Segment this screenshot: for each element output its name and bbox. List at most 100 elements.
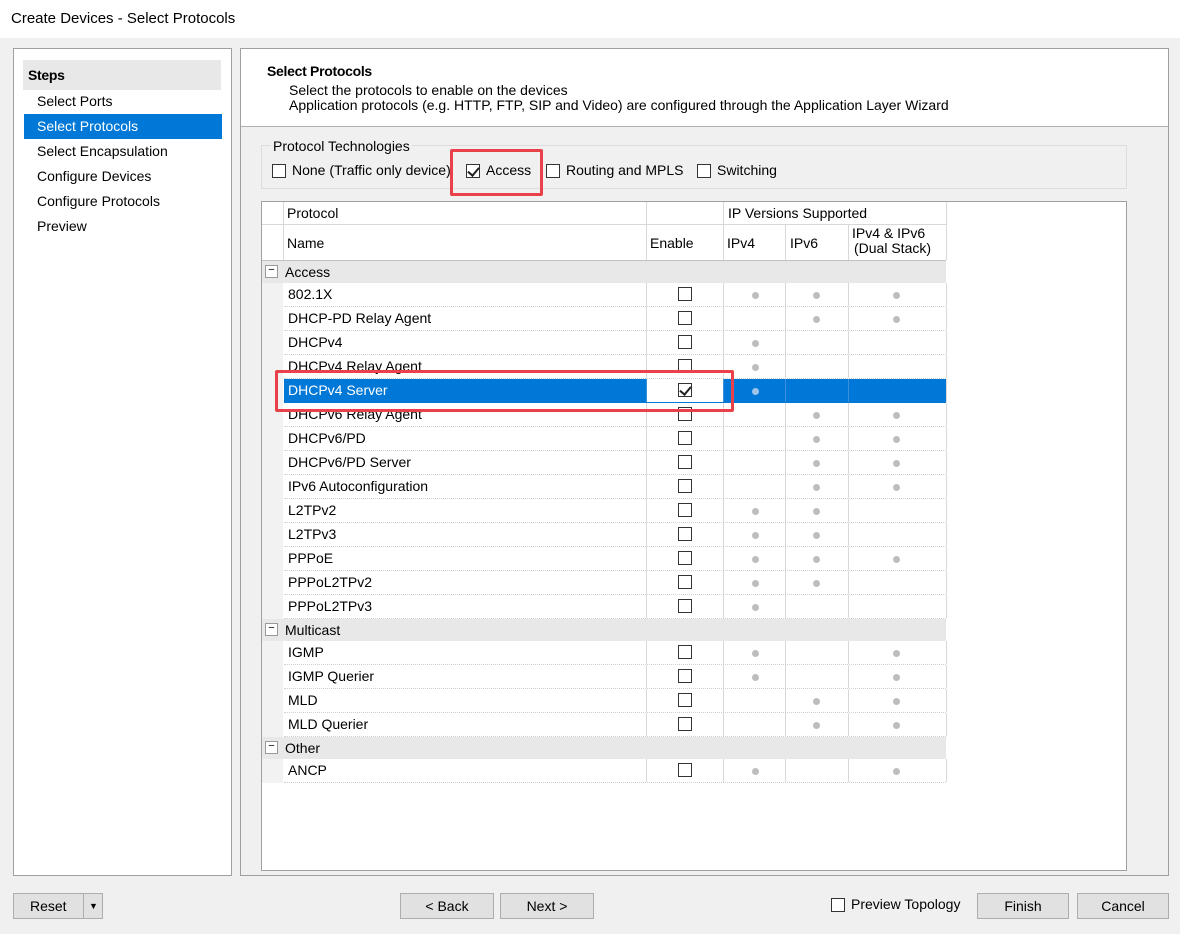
reset-split-divider xyxy=(83,894,84,918)
ipv4-supported-dot-icon xyxy=(752,650,759,657)
row-col-divider xyxy=(723,523,724,546)
enable-cell xyxy=(646,689,723,712)
row-col-divider xyxy=(848,451,849,474)
row-col-divider xyxy=(646,283,647,306)
enable-checkbox[interactable] xyxy=(678,717,692,731)
group-row-access[interactable]: − Access xyxy=(262,261,946,283)
group-row-multicast[interactable]: − Multicast xyxy=(262,619,946,641)
enable-checkbox[interactable] xyxy=(678,669,692,683)
enable-checkbox[interactable] xyxy=(678,599,692,613)
step-item-label: Configure Protocols xyxy=(37,193,160,209)
group-row-other[interactable]: − Other xyxy=(262,737,946,759)
technology-checkbox-2[interactable] xyxy=(546,164,560,178)
cancel-button[interactable]: Cancel xyxy=(1077,893,1169,919)
row-col-divider xyxy=(646,665,647,688)
row-col-divider-end xyxy=(946,475,947,498)
step-item-2[interactable]: Select Encapsulation xyxy=(24,139,222,164)
row-col-divider xyxy=(785,475,786,498)
row-col-divider xyxy=(785,641,786,664)
reset-dropdown-arrow-icon[interactable]: ▼ xyxy=(89,894,98,918)
enable-checkbox[interactable] xyxy=(678,455,692,469)
technology-checkbox-0[interactable] xyxy=(272,164,286,178)
reset-button[interactable]: Reset ▼ xyxy=(13,893,103,919)
enable-checkbox[interactable] xyxy=(678,335,692,349)
step-item-4[interactable]: Configure Protocols xyxy=(24,189,222,214)
row-col-divider xyxy=(723,499,724,522)
step-item-5[interactable]: Preview xyxy=(24,214,222,239)
table-row[interactable]: L2TPv3 xyxy=(284,523,947,547)
step-item-3[interactable]: Configure Devices xyxy=(24,164,222,189)
enable-checkbox[interactable] xyxy=(678,311,692,325)
step-item-label: Select Protocols xyxy=(37,118,139,134)
row-col-divider xyxy=(785,307,786,330)
row-col-divider xyxy=(848,283,849,306)
enable-checkbox[interactable] xyxy=(678,431,692,445)
enable-cell xyxy=(646,523,723,546)
next-button[interactable]: Next > xyxy=(500,893,594,919)
row-col-divider xyxy=(785,665,786,688)
table-row[interactable]: IGMP Querier xyxy=(284,665,947,689)
table-row[interactable]: 802.1X xyxy=(284,283,947,307)
protocol-name: IGMP xyxy=(288,644,324,660)
enable-checkbox[interactable] xyxy=(678,287,692,301)
step-item-1[interactable]: Select Protocols xyxy=(24,114,222,139)
row-col-divider-end xyxy=(946,759,947,782)
row-col-divider xyxy=(785,427,786,450)
table-row[interactable]: IPv6 Autoconfiguration xyxy=(284,475,947,499)
technology-checkbox-3[interactable] xyxy=(697,164,711,178)
table-row[interactable]: PPPoL2TPv3 xyxy=(284,595,947,619)
steps-heading: Steps xyxy=(28,67,65,83)
header-divider-mid xyxy=(262,224,946,225)
row-col-divider-end xyxy=(946,713,947,736)
enable-checkbox[interactable] xyxy=(678,763,692,777)
enable-cell xyxy=(646,427,723,450)
dual-stack-supported-dot-icon xyxy=(893,650,900,657)
highlight-access-box xyxy=(450,149,543,196)
row-col-divider xyxy=(785,451,786,474)
enable-checkbox[interactable] xyxy=(678,645,692,659)
row-col-divider xyxy=(723,283,724,306)
table-row[interactable]: DHCP-PD Relay Agent xyxy=(284,307,947,331)
collapse-toggle-icon[interactable]: − xyxy=(265,623,278,636)
enable-checkbox[interactable] xyxy=(678,575,692,589)
row-col-divider xyxy=(848,665,849,688)
dual-stack-supported-dot-icon xyxy=(893,556,900,563)
row-col-divider xyxy=(646,547,647,570)
row-col-divider-end xyxy=(946,595,947,618)
table-row[interactable]: DHCPv6/PD Server xyxy=(284,451,947,475)
header-dual-line1: IPv4 & IPv6 xyxy=(852,225,926,241)
enable-cell xyxy=(646,571,723,594)
enable-checkbox[interactable] xyxy=(678,503,692,517)
table-row[interactable]: DHCPv4 xyxy=(284,331,947,355)
preview-topology-checkbox[interactable] xyxy=(831,898,845,912)
table-row[interactable]: DHCPv6/PD xyxy=(284,427,947,451)
row-col-divider xyxy=(646,451,647,474)
table-row[interactable]: IGMP xyxy=(284,641,947,665)
highlight-dhcpv4-server-box xyxy=(275,370,734,412)
table-row[interactable]: MLD Querier xyxy=(284,713,947,737)
table-row[interactable]: ANCP xyxy=(284,759,947,783)
protocol-grid[interactable]: Protocol IP Versions Supported Name Enable I… xyxy=(261,201,1127,871)
row-col-divider xyxy=(723,547,724,570)
table-row[interactable]: PPPoL2TPv2 xyxy=(284,571,947,595)
collapse-toggle-icon[interactable]: − xyxy=(265,741,278,754)
enable-checkbox[interactable] xyxy=(678,479,692,493)
row-col-divider xyxy=(848,523,849,546)
enable-checkbox[interactable] xyxy=(678,693,692,707)
enable-checkbox[interactable] xyxy=(678,551,692,565)
dual-stack-supported-dot-icon xyxy=(893,316,900,323)
back-button[interactable]: < Back xyxy=(400,893,494,919)
header-col-line-0 xyxy=(283,202,284,260)
row-col-divider xyxy=(848,571,849,594)
table-row[interactable]: MLD xyxy=(284,689,947,713)
ipv6-supported-dot-icon xyxy=(813,436,820,443)
table-row[interactable]: PPPoE xyxy=(284,547,947,571)
collapse-toggle-icon[interactable]: − xyxy=(265,265,278,278)
row-col-divider xyxy=(848,307,849,330)
window-titlebar: Create Devices - Select Protocols xyxy=(0,0,1180,38)
table-row[interactable]: L2TPv2 xyxy=(284,499,947,523)
row-col-divider-end xyxy=(946,403,947,426)
step-item-0[interactable]: Select Ports xyxy=(24,89,222,114)
enable-checkbox[interactable] xyxy=(678,527,692,541)
finish-button[interactable]: Finish xyxy=(977,893,1069,919)
